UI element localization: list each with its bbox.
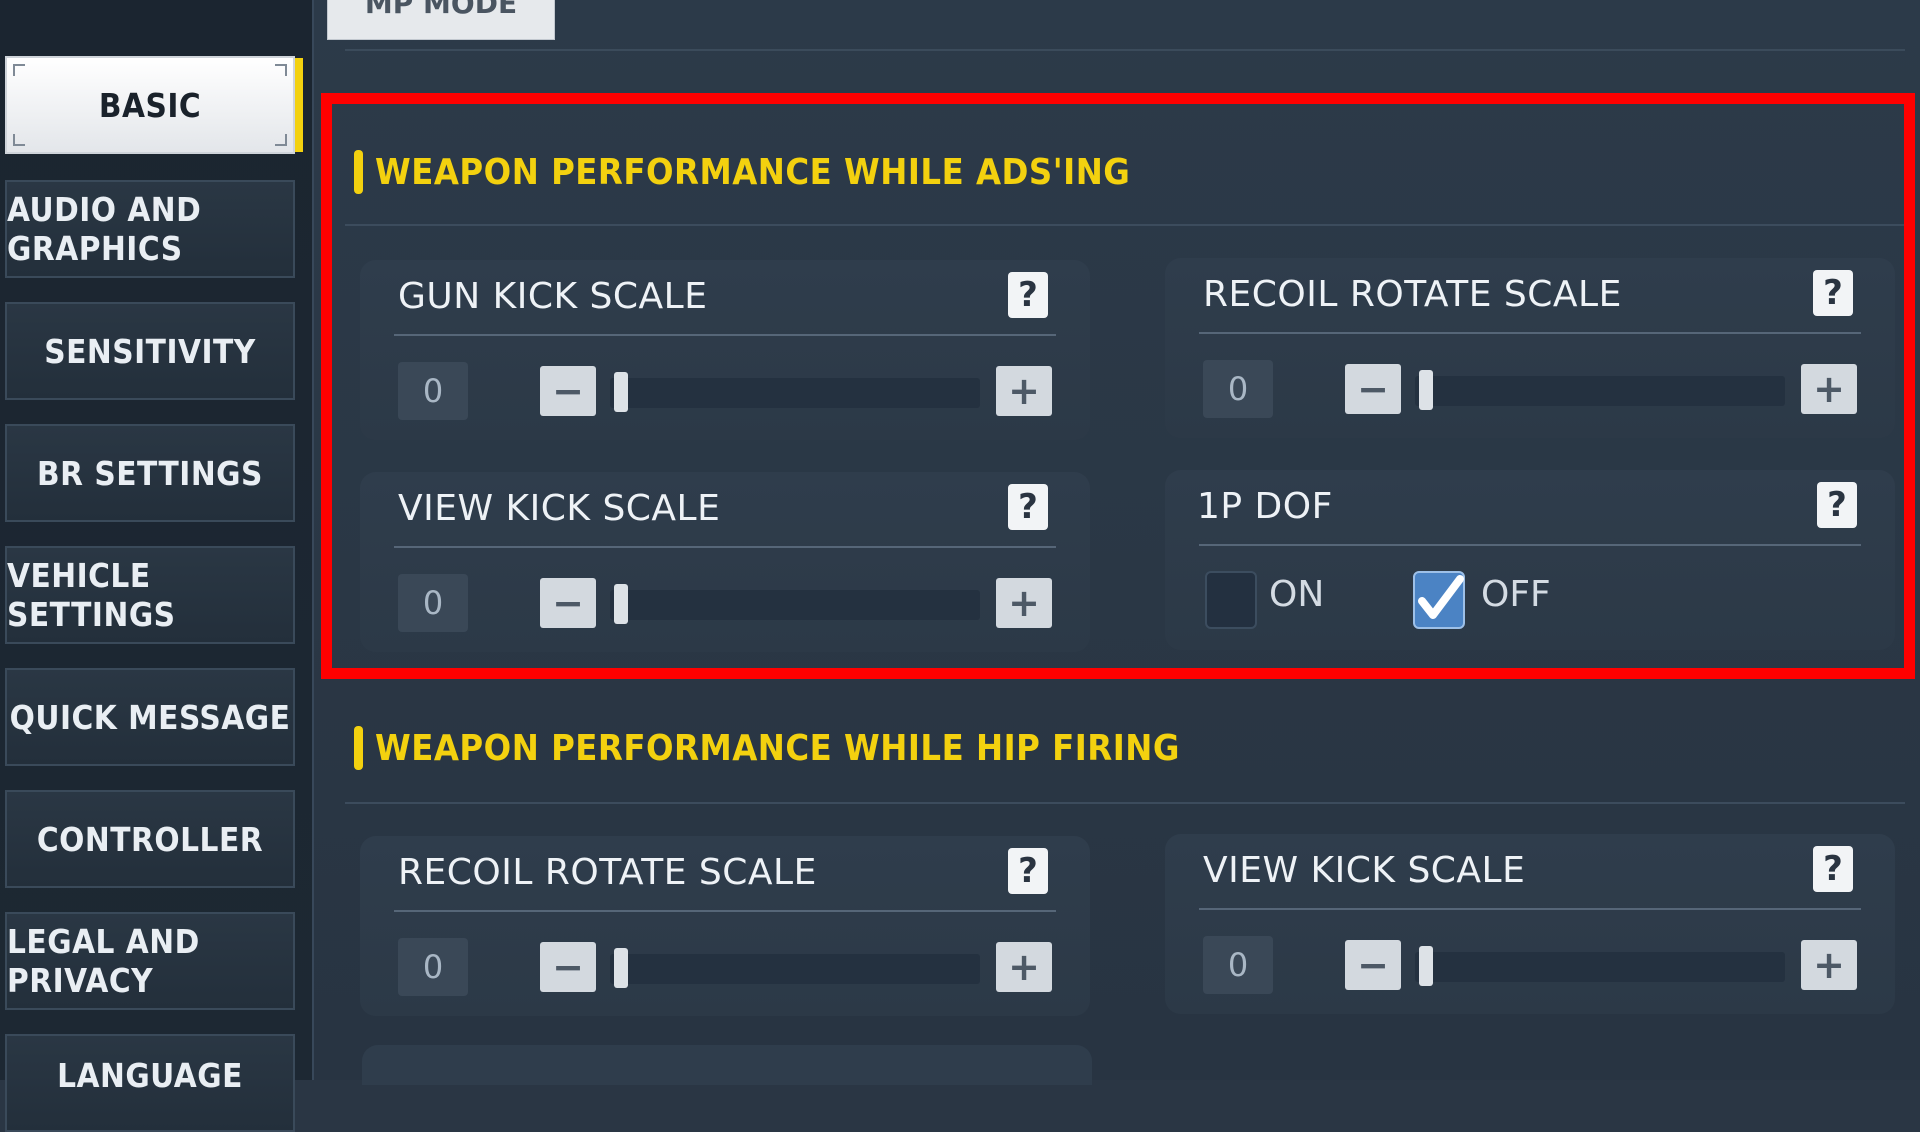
setting-label: RECOIL ROTATE SCALE: [1203, 274, 1622, 315]
setting-label: VIEW KICK SCALE: [1203, 850, 1526, 891]
gun-kick-scale-panel: GUN KICK SCALE ? 0 − +: [360, 260, 1090, 440]
section-header-ads: WEAPON PERFORMANCE WHILE ADS'ING: [354, 150, 1130, 194]
label-underline: [394, 334, 1056, 336]
label-underline: [394, 910, 1056, 912]
slider-track[interactable]: [610, 590, 980, 620]
label-underline: [1199, 332, 1861, 334]
sidebar-item-label: SENSITIVITY: [44, 331, 256, 371]
sidebar-item-label: BR SETTINGS: [37, 453, 263, 493]
next-setting-panel: [362, 1045, 1092, 1085]
value-display: 0: [398, 362, 468, 420]
value-display: 0: [398, 938, 468, 996]
sidebar-item-label: QUICK MESSAGE: [9, 697, 291, 737]
slider-handle[interactable]: [614, 584, 628, 624]
sidebar-item-legal-and-privacy[interactable]: LEGAL AND PRIVACY: [5, 912, 295, 1010]
dof-off-label: OFF: [1481, 574, 1551, 615]
divider: [345, 49, 1905, 51]
sidebar-item-basic[interactable]: BASIC: [5, 56, 303, 154]
slider-track[interactable]: [610, 378, 980, 408]
sidebar-item-quick-message[interactable]: QUICK MESSAGE: [5, 668, 295, 766]
value-display: 0: [398, 574, 468, 632]
divider: [345, 224, 1905, 226]
dof-on-checkbox[interactable]: [1205, 571, 1257, 629]
sidebar-item-vehicle-settings[interactable]: VEHICLE SETTINGS: [5, 546, 295, 644]
sidebar-item-sensitivity[interactable]: SENSITIVITY: [5, 302, 295, 400]
slider-track[interactable]: [610, 954, 980, 984]
dof-on-label: ON: [1269, 574, 1325, 615]
dof-panel: 1P DOF ? ON OFF: [1165, 470, 1895, 650]
decrease-button[interactable]: −: [540, 578, 596, 628]
decrease-button[interactable]: −: [540, 942, 596, 992]
dof-off-checkbox[interactable]: [1413, 571, 1465, 629]
hip-recoil-rotate-scale-panel: RECOIL ROTATE SCALE ? 0 − +: [360, 836, 1090, 1016]
corner-mark: [275, 134, 287, 146]
sidebar-item-audio-and-graphics[interactable]: AUDIO AND GRAPHICS: [5, 180, 295, 278]
help-icon[interactable]: ?: [1008, 272, 1048, 318]
sidebar-item-label: CONTROLLER: [36, 819, 264, 859]
hip-view-kick-scale-panel: VIEW KICK SCALE ? 0 − +: [1165, 834, 1895, 1014]
help-icon[interactable]: ?: [1008, 484, 1048, 530]
setting-label: VIEW KICK SCALE: [398, 488, 721, 529]
label-underline: [394, 546, 1056, 548]
value-display: 0: [1203, 936, 1273, 994]
settings-sidebar: BASIC AUDIO AND GRAPHICS SENSITIVITY BR …: [0, 0, 314, 1132]
decrease-button[interactable]: −: [1345, 940, 1401, 990]
help-icon[interactable]: ?: [1817, 482, 1857, 528]
divider: [345, 802, 1905, 804]
increase-button[interactable]: +: [996, 578, 1052, 628]
label-underline: [1199, 544, 1861, 546]
recoil-rotate-scale-panel: RECOIL ROTATE SCALE ? 0 − +: [1165, 258, 1895, 438]
increase-button[interactable]: +: [996, 366, 1052, 416]
corner-mark: [13, 134, 25, 146]
section-title: WEAPON PERFORMANCE WHILE HIP FIRING: [375, 727, 1180, 769]
section-header-hip-firing: WEAPON PERFORMANCE WHILE HIP FIRING: [354, 726, 1180, 770]
section-title: WEAPON PERFORMANCE WHILE ADS'ING: [375, 151, 1131, 193]
sidebar-item-controller[interactable]: CONTROLLER: [5, 790, 295, 888]
section-accent-bar: [354, 150, 363, 194]
sidebar-item-label: BASIC: [98, 85, 202, 125]
slider-track[interactable]: [1415, 952, 1785, 982]
corner-mark: [13, 64, 25, 76]
slider-handle[interactable]: [1419, 946, 1433, 986]
decrease-button[interactable]: −: [540, 366, 596, 416]
sidebar-item-language[interactable]: LANGUAGE: [5, 1034, 295, 1132]
sidebar-item-br-settings[interactable]: BR SETTINGS: [5, 424, 295, 522]
label-underline: [1199, 908, 1861, 910]
slider-track[interactable]: [1415, 376, 1785, 406]
sidebar-item-label: AUDIO AND GRAPHICS: [7, 190, 202, 268]
setting-label: RECOIL ROTATE SCALE: [398, 852, 817, 893]
tab-mp-mode[interactable]: MP MODE: [327, 0, 555, 40]
active-indicator: [295, 58, 303, 152]
slider-handle[interactable]: [1419, 370, 1433, 410]
help-icon[interactable]: ?: [1813, 846, 1853, 892]
sidebar-item-label: VEHICLE SETTINGS: [7, 556, 176, 634]
setting-label: 1P DOF: [1197, 486, 1333, 527]
sidebar-item-label: LEGAL AND PRIVACY: [7, 922, 200, 1000]
value-display: 0: [1203, 360, 1273, 418]
tab-label: MP MODE: [364, 0, 518, 20]
sidebar-item-label: LANGUAGE: [57, 1056, 243, 1095]
slider-handle[interactable]: [614, 372, 628, 412]
view-kick-scale-panel: VIEW KICK SCALE ? 0 − +: [360, 472, 1090, 652]
setting-label: GUN KICK SCALE: [398, 276, 708, 317]
increase-button[interactable]: +: [996, 942, 1052, 992]
increase-button[interactable]: +: [1801, 364, 1857, 414]
corner-mark: [275, 64, 287, 76]
section-accent-bar: [354, 726, 363, 770]
slider-handle[interactable]: [614, 948, 628, 988]
help-icon[interactable]: ?: [1008, 848, 1048, 894]
settings-screen: BASIC AUDIO AND GRAPHICS SENSITIVITY BR …: [0, 0, 1920, 1132]
help-icon[interactable]: ?: [1813, 270, 1853, 316]
increase-button[interactable]: +: [1801, 940, 1857, 990]
check-icon: [1418, 575, 1464, 619]
decrease-button[interactable]: −: [1345, 364, 1401, 414]
